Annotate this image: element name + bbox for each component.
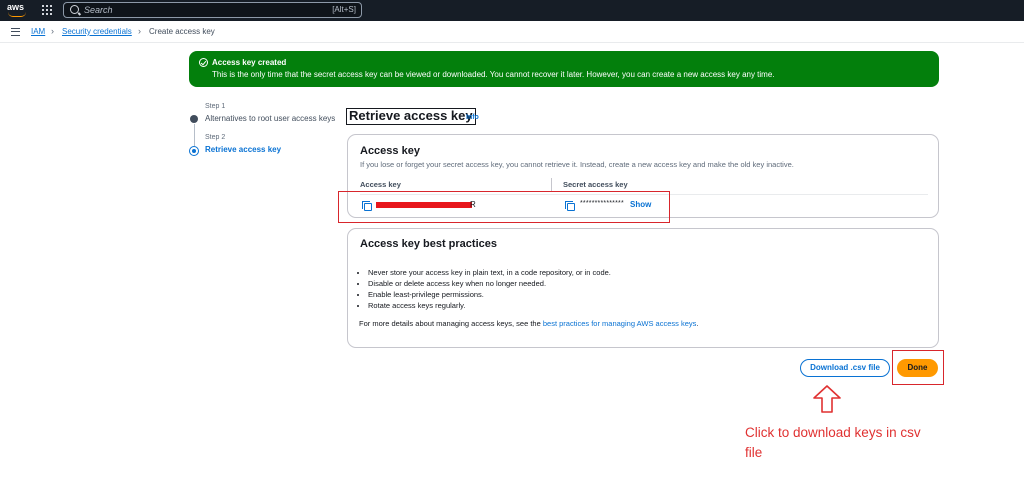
column-divider — [551, 178, 552, 192]
best-practices-more: For more details about managing access k… — [359, 319, 699, 328]
chevron-right-icon: › — [138, 26, 141, 36]
flash-title: Access key created — [212, 58, 287, 67]
annotation-text: Click to download keys in csv file — [745, 425, 921, 460]
step-complete-icon — [190, 115, 198, 123]
success-flash: Access key created This is the only time… — [189, 51, 939, 87]
download-csv-button[interactable]: Download .csv file — [800, 359, 890, 377]
access-key-heading: Access key — [360, 145, 420, 157]
more-suffix: . — [696, 319, 699, 328]
breadcrumb-create-access-key: Create access key — [149, 27, 215, 36]
access-key-highlight-box — [338, 191, 670, 223]
search-input[interactable]: Search [Alt+S] — [63, 2, 362, 18]
best-practices-list: Never store your access key in plain tex… — [368, 267, 611, 311]
info-link[interactable]: Info — [466, 114, 479, 121]
page-title: Retrieve access key — [346, 108, 476, 125]
chevron-right-icon: › — [51, 26, 54, 36]
secret-key-column-header: Secret access key — [563, 180, 628, 189]
breadcrumb-bar: IAM › Security credentials › Create acce… — [0, 21, 1024, 43]
list-item: Disable or delete access key when no lon… — [368, 278, 611, 289]
access-key-description: If you lose or forget your secret access… — [360, 160, 794, 169]
step-2-label[interactable]: Retrieve access key — [205, 145, 281, 154]
search-placeholder: Search — [84, 5, 113, 15]
step-2-caption: Step 2 — [205, 134, 226, 141]
breadcrumb-iam[interactable]: IAM — [31, 27, 45, 36]
aws-logo-text: aws — [7, 2, 25, 12]
services-grid-icon[interactable] — [42, 5, 52, 15]
wizard-steps: Step 1 Alternatives to root user access … — [189, 100, 339, 170]
search-icon — [70, 5, 79, 14]
menu-icon[interactable] — [11, 28, 20, 36]
step-1-caption: Step 1 — [205, 103, 226, 110]
flash-message: This is the only time that the secret ac… — [212, 70, 775, 79]
done-highlight-box — [892, 350, 944, 385]
step-1-label[interactable]: Alternatives to root user access keys — [205, 114, 335, 123]
top-navigation: aws Search [Alt+S] — [0, 0, 1024, 21]
list-item: Enable least-privilege permissions. — [368, 289, 611, 300]
success-check-icon — [199, 58, 208, 67]
step-connector — [193, 124, 195, 146]
best-practices-heading: Access key best practices — [360, 238, 497, 250]
aws-logo[interactable]: aws — [7, 3, 29, 18]
search-shortcut-hint: [Alt+S] — [332, 5, 356, 14]
breadcrumb-security-credentials[interactable]: Security credentials — [62, 27, 132, 36]
step-active-icon — [189, 146, 199, 156]
best-practices-link[interactable]: best practices for managing AWS access k… — [543, 319, 697, 328]
aws-logo-smile — [8, 12, 26, 17]
list-item: Never store your access key in plain tex… — [368, 267, 611, 278]
more-prefix: For more details about managing access k… — [359, 319, 543, 328]
access-key-column-header: Access key — [360, 180, 401, 189]
list-item: Rotate access keys regularly. — [368, 300, 611, 311]
arrow-up-icon — [813, 385, 841, 413]
